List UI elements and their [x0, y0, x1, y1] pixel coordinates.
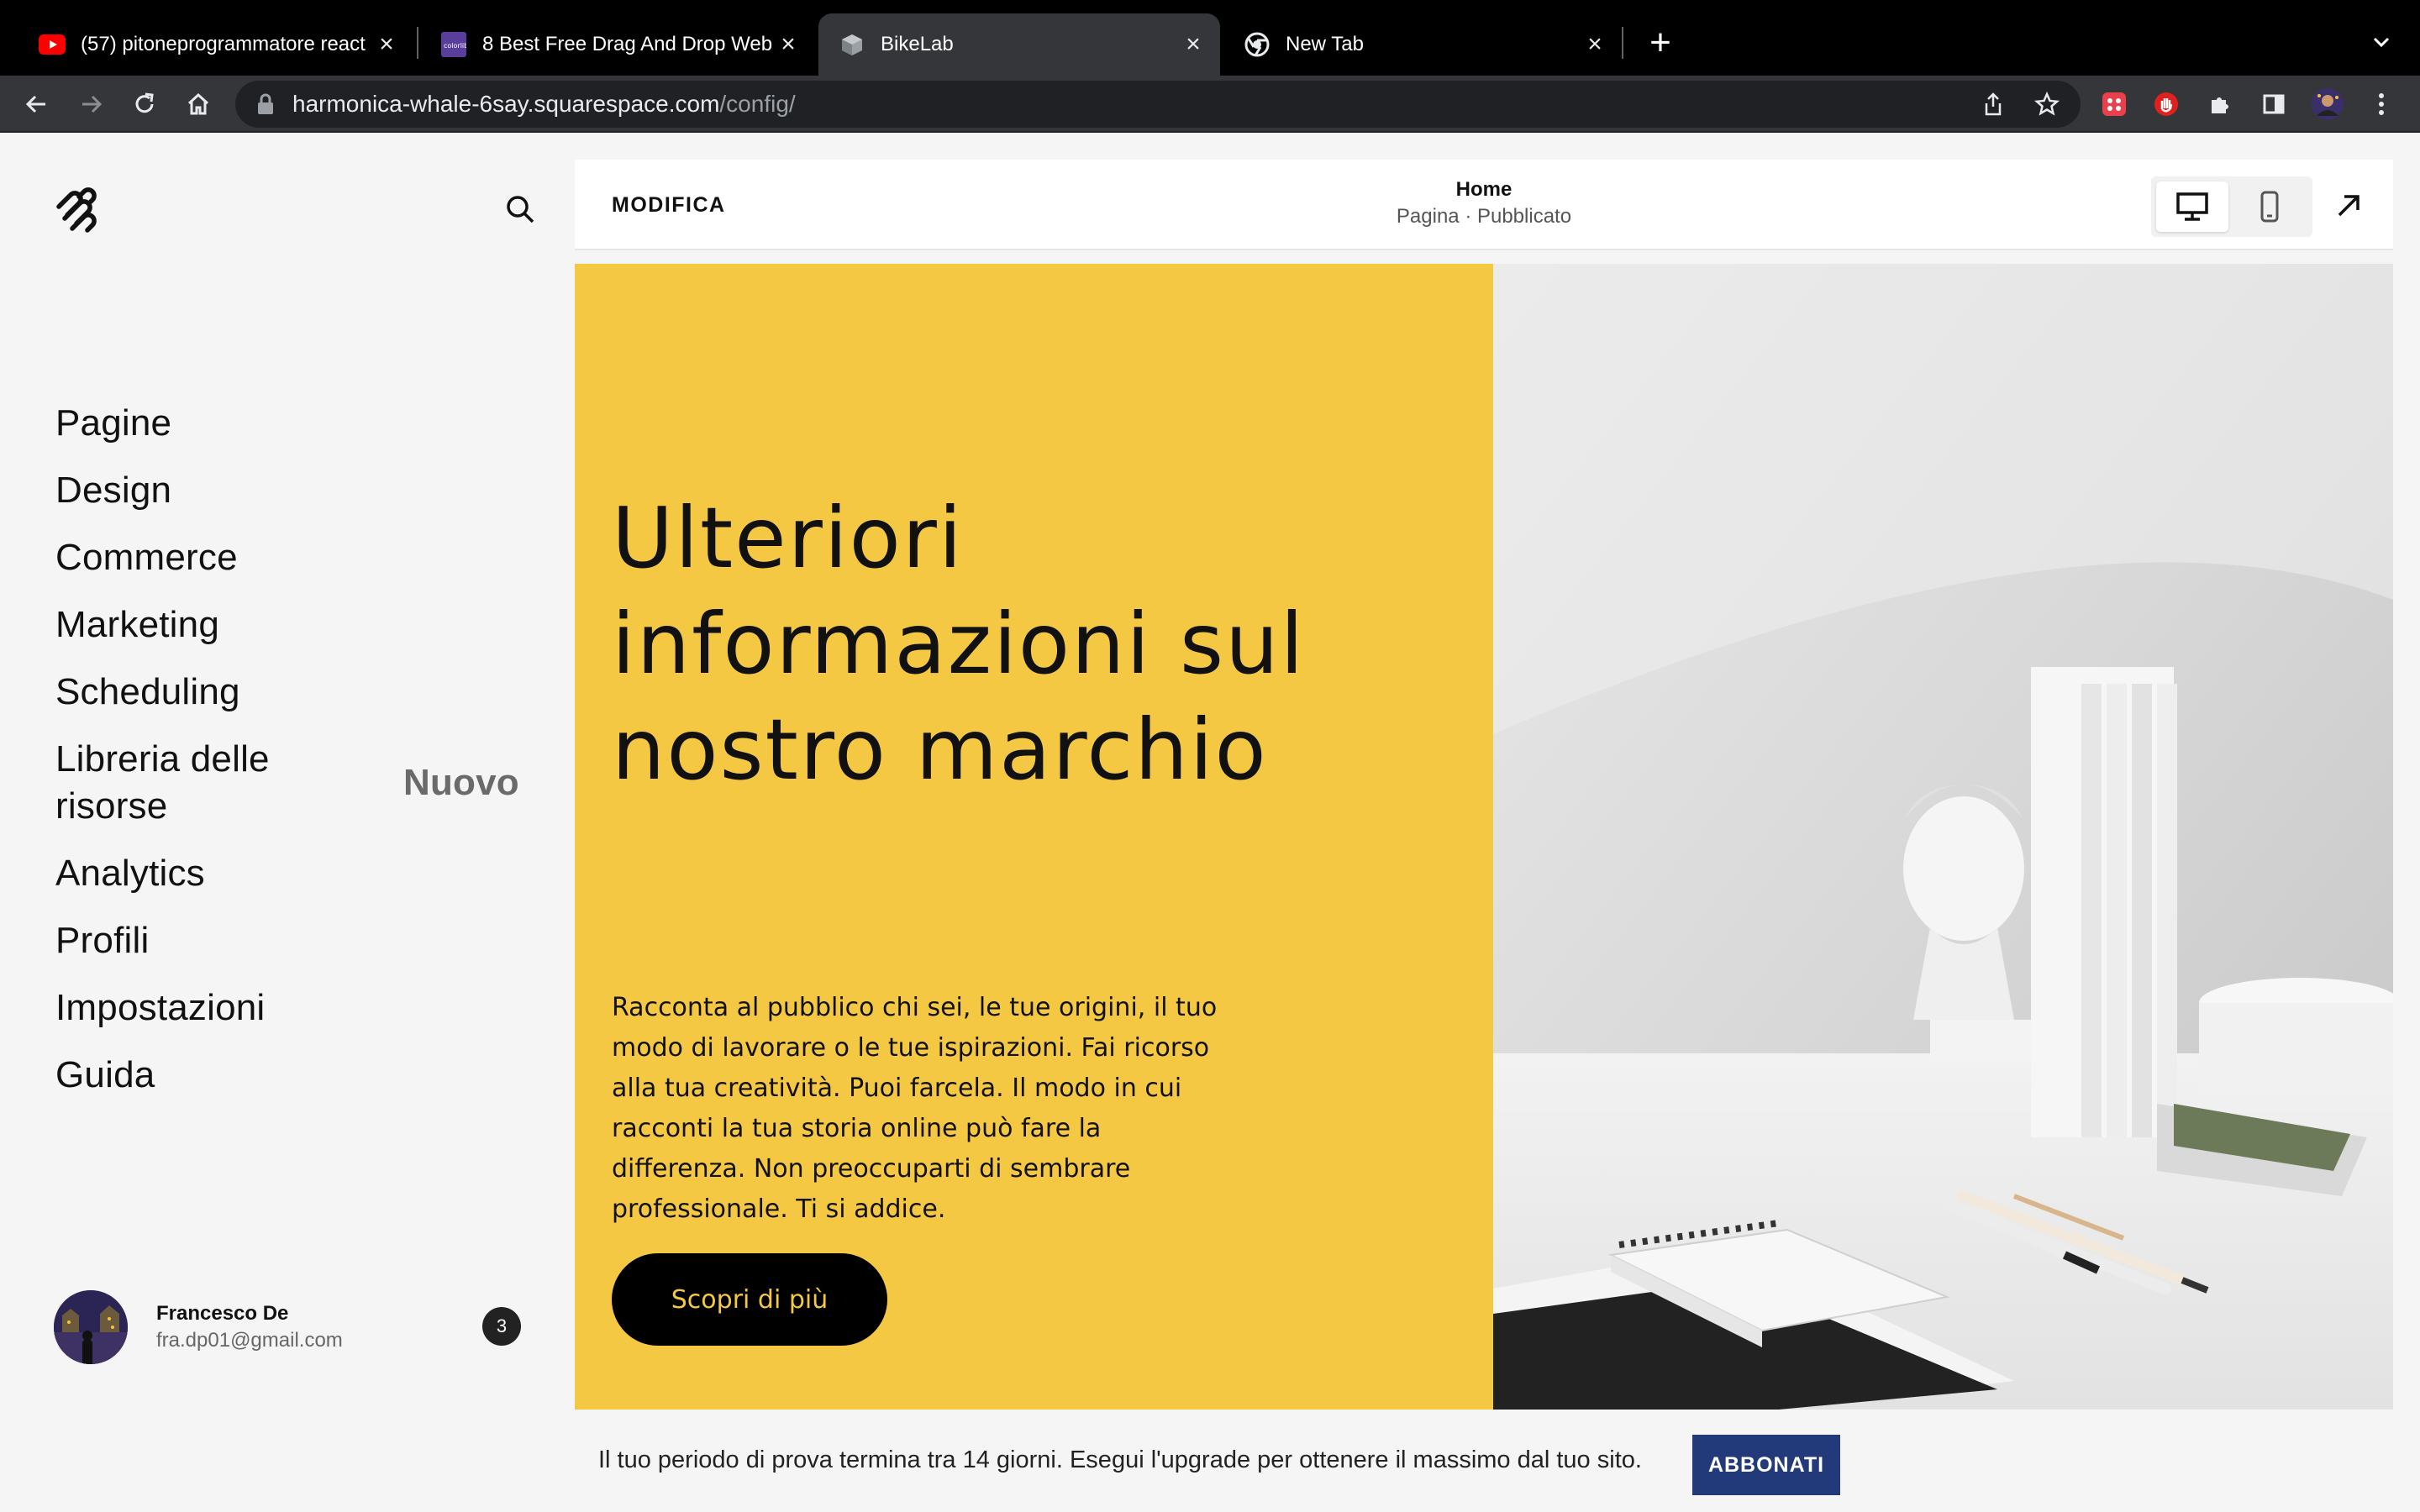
- svg-text:colorlib: colorlib: [444, 42, 466, 50]
- reload-icon: [135, 92, 154, 113]
- hero-image[interactable]: [1493, 264, 2393, 1410]
- new-badge: Nuovo: [403, 762, 519, 803]
- page-status: Pagina · Pubblicato: [1396, 205, 1572, 228]
- arrow-right-icon: [82, 95, 103, 113]
- sidebar: Pagine Design Commerce Marketing Schedul…: [0, 134, 565, 1512]
- user-email: fra.dp01@gmail.com: [156, 1329, 343, 1352]
- tab-title: BikeLab: [881, 33, 954, 55]
- sidebar-item-commerce[interactable]: Commerce: [55, 534, 543, 601]
- address-bar[interactable]: harmonica-whale-6say.squarespace.com/con…: [235, 81, 2081, 128]
- extensions-button[interactable]: [2202, 86, 2238, 123]
- close-tab-icon[interactable]: ×: [1178, 29, 1208, 60]
- close-tab-icon[interactable]: ×: [371, 29, 402, 60]
- extension-adblock[interactable]: [2148, 86, 2185, 123]
- forward-button[interactable]: [71, 84, 111, 124]
- sidebar-item-scheduling[interactable]: Scheduling: [55, 669, 543, 736]
- home-button[interactable]: [178, 84, 218, 124]
- close-tab-icon[interactable]: ×: [1580, 29, 1610, 60]
- hero-paragraph[interactable]: Racconta al pubblico chi sei, le tue ori…: [612, 988, 1225, 1230]
- sidebar-item-marketing[interactable]: Marketing: [55, 601, 543, 669]
- sidebar-item-libreria-risorse[interactable]: Libreria delle risorse Nuovo: [55, 736, 519, 850]
- tab-youtube[interactable]: (57) pitoneprogrammatore react ×: [18, 13, 413, 76]
- user-name: Francesco De: [156, 1302, 289, 1325]
- trial-banner: Il tuo periodo di prova termina tra 14 g…: [0, 1410, 2420, 1512]
- site-preview[interactable]: Ulteriori informazioni sul nostro marchi…: [575, 264, 2393, 1410]
- new-tab-button[interactable]: +: [1641, 20, 1680, 66]
- tab-title: 8 Best Free Drag And Drop Web: [482, 33, 773, 55]
- tab-colorlib[interactable]: colorlib 8 Best Free Drag And Drop Web ×: [420, 13, 815, 76]
- tab-search-button[interactable]: [2363, 24, 2400, 60]
- learn-more-button[interactable]: Scopri di più: [612, 1253, 887, 1346]
- open-site-button[interactable]: [2328, 185, 2370, 227]
- share-button[interactable]: [1976, 87, 2010, 121]
- browser-menu-button[interactable]: [2363, 86, 2400, 123]
- lock-icon: [258, 93, 273, 114]
- account-menu[interactable]: Francesco De fra.dp01@gmail.com 3: [54, 1289, 524, 1368]
- page-title: Home: [1455, 178, 1512, 201]
- trial-message: Il tuo periodo di prova termina tra 14 g…: [598, 1446, 1642, 1473]
- sidebar-item-guida[interactable]: Guida: [55, 1052, 543, 1119]
- share-icon: [1985, 92, 2002, 116]
- colorlib-icon: colorlib: [440, 31, 467, 58]
- device-toggle: [2151, 176, 2312, 237]
- calendar-extension-icon: [2102, 92, 2126, 116]
- chrome-icon: [1244, 31, 1270, 58]
- tab-new-tab[interactable]: New Tab ×: [1223, 13, 1622, 76]
- hero-heading[interactable]: Ulteriori informazioni sul nostro marchi…: [612, 486, 1435, 803]
- sidebar-item-pagine[interactable]: Pagine: [55, 400, 543, 467]
- cube-icon: [839, 31, 865, 58]
- main-navigation: Pagine Design Commerce Marketing Schedul…: [55, 400, 543, 1119]
- avatar: [54, 1290, 128, 1364]
- notification-count-badge[interactable]: 3: [482, 1307, 521, 1346]
- star-icon: [2034, 92, 2060, 116]
- mobile-view-button[interactable]: [2233, 181, 2306, 232]
- browser-tab-strip: (57) pitoneprogrammatore react × colorli…: [0, 0, 2420, 76]
- hand-stop-icon: [2154, 92, 2178, 116]
- sidebar-item-analytics[interactable]: Analytics: [55, 850, 543, 917]
- extension-calendar[interactable]: [2096, 86, 2133, 123]
- chevron-down-icon: [2373, 37, 2390, 48]
- editor-header: MODIFICA Home Pagina · Pubblicato: [575, 160, 2393, 250]
- url-host: harmonica-whale-6say.squarespace.com: [292, 91, 720, 117]
- tab-title: (57) pitoneprogrammatore react: [81, 33, 366, 55]
- desktop-view-button[interactable]: [2156, 181, 2228, 232]
- desk-still-life-image: [1493, 264, 2393, 1410]
- desktop-icon: [2176, 192, 2208, 221]
- squarespace-logo[interactable]: [54, 186, 104, 237]
- arrow-left-icon: [25, 95, 45, 113]
- youtube-icon: [39, 31, 66, 58]
- home-icon: [187, 92, 209, 115]
- close-tab-icon[interactable]: ×: [773, 29, 803, 60]
- reload-button[interactable]: [124, 84, 165, 124]
- profile-button[interactable]: [2309, 86, 2346, 123]
- url-path: /config/: [719, 91, 796, 117]
- bookmark-button[interactable]: [2030, 87, 2064, 121]
- back-button[interactable]: [17, 84, 57, 124]
- search-button[interactable]: [499, 188, 541, 230]
- search-icon: [507, 196, 534, 223]
- more-vertical-icon: [2379, 93, 2384, 115]
- tab-divider: [1622, 27, 1623, 59]
- arrow-up-right-icon: [2338, 195, 2360, 217]
- profile-avatar-icon: [2312, 88, 2344, 120]
- side-panel-button[interactable]: [2255, 86, 2292, 123]
- browser-toolbar: harmonica-whale-6say.squarespace.com/con…: [0, 76, 2420, 133]
- sidebar-item-profili[interactable]: Profili: [55, 917, 543, 984]
- hero-text-panel: Ulteriori informazioni sul nostro marchi…: [575, 264, 1493, 1410]
- sidebar-item-design[interactable]: Design: [55, 467, 543, 534]
- url-text: harmonica-whale-6say.squarespace.com/con…: [292, 91, 796, 118]
- puzzle-icon: [2212, 97, 2228, 113]
- side-panel-icon: [2263, 94, 2285, 114]
- tab-divider: [417, 27, 418, 59]
- tab-title: New Tab: [1286, 33, 1364, 55]
- mobile-icon: [2260, 191, 2279, 223]
- sidebar-item-impostazioni[interactable]: Impostazioni: [55, 984, 543, 1052]
- subscribe-button[interactable]: ABBONATI: [1692, 1435, 1840, 1495]
- squarespace-logo-icon: [56, 187, 97, 233]
- tab-bikelab[interactable]: BikeLab ×: [818, 13, 1220, 76]
- sidebar-item-label: Libreria delle risorse: [55, 738, 270, 827]
